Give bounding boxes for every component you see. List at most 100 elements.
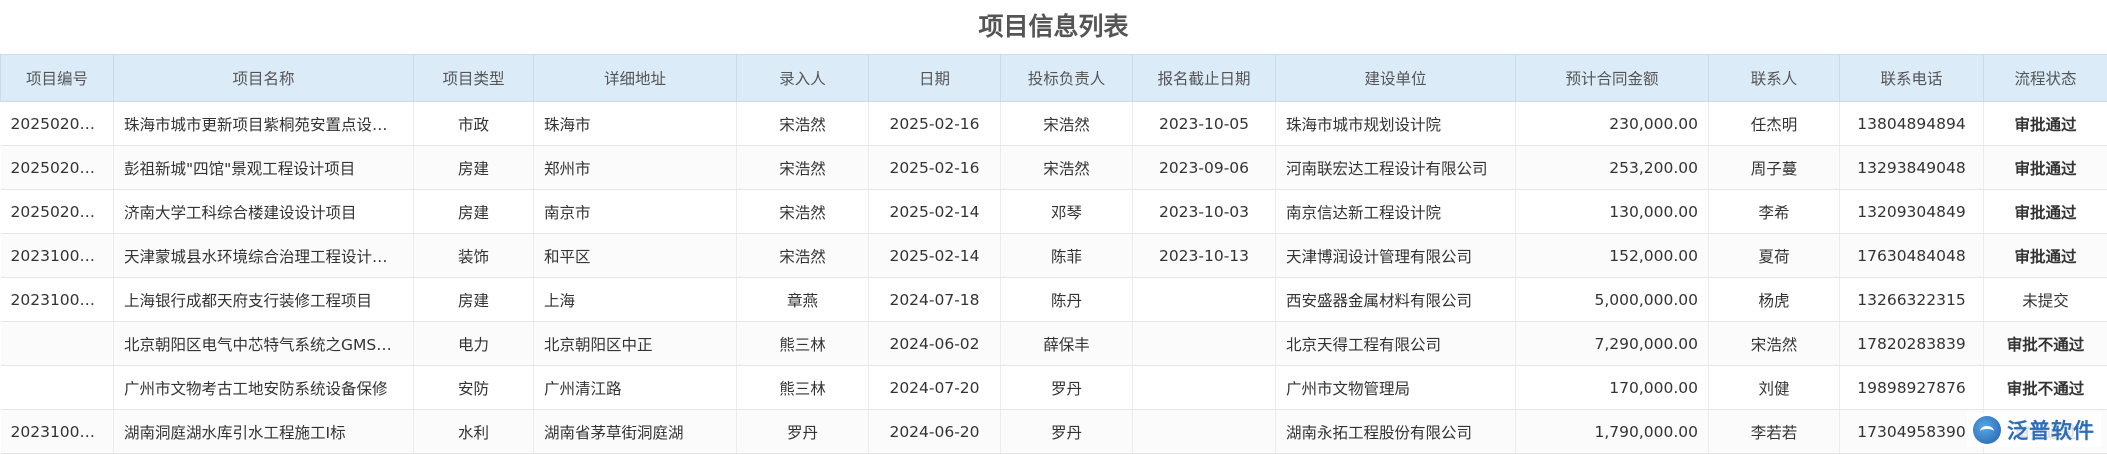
cell-project-name[interactable]: 湖南洞庭湖水库引水工程施工I标 <box>114 410 414 454</box>
cell-status[interactable]: 审批通过 <box>1984 190 2107 234</box>
cell-project-name[interactable]: 广州市文物考古工地安防系统设备保修 <box>114 366 414 410</box>
cell-amount: 253,200.00 <box>1516 146 1709 190</box>
col-header-bid-lead[interactable]: 投标负责人 <box>1001 55 1133 102</box>
cell-contact: 宋浩然 <box>1709 322 1840 366</box>
col-header-amount[interactable]: 预计合同金额 <box>1516 55 1709 102</box>
cell-builder: 西安盛器金属材料有限公司 <box>1276 278 1516 322</box>
col-header-type[interactable]: 项目类型 <box>414 55 534 102</box>
cell-entry-person[interactable]: 章燕 <box>737 278 869 322</box>
cell-builder: 珠海市城市规划设计院 <box>1276 102 1516 146</box>
col-header-address[interactable]: 详细地址 <box>534 55 737 102</box>
cell-contact: 李希 <box>1709 190 1840 234</box>
col-header-date[interactable]: 日期 <box>869 55 1001 102</box>
cell-address: 上海 <box>534 278 737 322</box>
cell-deadline: 2023-09-06 <box>1133 146 1276 190</box>
cell-bid-lead[interactable]: 邓琴 <box>1001 190 1133 234</box>
col-header-contact[interactable]: 联系人 <box>1709 55 1840 102</box>
table-row[interactable]: 2025020021珠海市城市更新项目紫桐苑安置点设…市政珠海市宋浩然2025-… <box>1 102 2107 146</box>
cell-deadline: 2023-10-03 <box>1133 190 1276 234</box>
cell-date: 2025-02-16 <box>869 102 1001 146</box>
cell-bid-lead[interactable]: 宋浩然 <box>1001 102 1133 146</box>
cell-code: 2023100026 <box>1 234 114 278</box>
table-row[interactable]: 2023100026天津蒙城县水环境综合治理工程设计…装饰和平区宋浩然2025-… <box>1 234 2107 278</box>
table-header-row: 项目编号 项目名称 项目类型 详细地址 录入人 日期 投标负责人 报名截止日期 … <box>1 55 2107 102</box>
cell-entry-person[interactable]: 宋浩然 <box>737 234 869 278</box>
cell-deadline <box>1133 322 1276 366</box>
cell-type: 房建 <box>414 278 534 322</box>
cell-status[interactable]: 审批通过 <box>1984 146 2107 190</box>
cell-entry-person[interactable]: 熊三林 <box>737 366 869 410</box>
cell-status[interactable]: 审批通过 <box>1984 102 2107 146</box>
cell-phone: 13266322315 <box>1840 278 1984 322</box>
cell-status[interactable]: 未提交 <box>1984 278 2107 322</box>
cell-type: 水利 <box>414 410 534 454</box>
table-row[interactable]: 2023100023湖南洞庭湖水库引水工程施工I标水利湖南省茅草街洞庭湖罗丹20… <box>1 410 2107 454</box>
cell-address: 北京朝阳区中正 <box>534 322 737 366</box>
cell-phone: 13209304849 <box>1840 190 1984 234</box>
cell-address: 珠海市 <box>534 102 737 146</box>
cell-project-name[interactable]: 北京朝阳区电气中芯特气系统之GMS… <box>114 322 414 366</box>
cell-address: 和平区 <box>534 234 737 278</box>
cell-bid-lead[interactable]: 陈菲 <box>1001 234 1133 278</box>
cell-project-name[interactable]: 珠海市城市更新项目紫桐苑安置点设… <box>114 102 414 146</box>
cell-bid-lead[interactable]: 陈丹 <box>1001 278 1133 322</box>
table-row[interactable]: 2025020016济南大学工科综合楼建设设计项目房建南京市宋浩然2025-02… <box>1 190 2107 234</box>
cell-entry-person[interactable]: 宋浩然 <box>737 146 869 190</box>
cell-type: 安防 <box>414 366 534 410</box>
cell-builder: 天津博润设计管理有限公司 <box>1276 234 1516 278</box>
cell-phone: 17820283839 <box>1840 322 1984 366</box>
cell-project-name[interactable]: 彭祖新城"四馆"景观工程设计项目 <box>114 146 414 190</box>
cell-address: 湖南省茅草街洞庭湖 <box>534 410 737 454</box>
cell-code: 2025020016 <box>1 190 114 234</box>
cell-date: 2025-02-14 <box>869 190 1001 234</box>
col-header-entry[interactable]: 录入人 <box>737 55 869 102</box>
cell-amount: 1,790,000.00 <box>1516 410 1709 454</box>
cell-deadline <box>1133 278 1276 322</box>
cell-contact: 杨虎 <box>1709 278 1840 322</box>
cell-amount: 170,000.00 <box>1516 366 1709 410</box>
cell-status[interactable]: 审批通过 <box>1984 234 2107 278</box>
cell-contact: 任杰明 <box>1709 102 1840 146</box>
cell-phone: 13804894894 <box>1840 102 1984 146</box>
cell-type: 市政 <box>414 102 534 146</box>
col-header-phone[interactable]: 联系电话 <box>1840 55 1984 102</box>
cell-contact: 周子蔓 <box>1709 146 1840 190</box>
cell-status[interactable]: 审批不通过 <box>1984 322 2107 366</box>
cell-status[interactable]: 审批不通过 <box>1984 366 2107 410</box>
cell-code: 2023100025 <box>1 278 114 322</box>
cell-amount: 230,000.00 <box>1516 102 1709 146</box>
col-header-builder[interactable]: 建设单位 <box>1276 55 1516 102</box>
cell-builder: 河南联宏达工程设计有限公司 <box>1276 146 1516 190</box>
cell-code: 2025020021 <box>1 102 114 146</box>
cell-entry-person[interactable]: 宋浩然 <box>737 190 869 234</box>
cell-date: 2024-07-20 <box>869 366 1001 410</box>
table-row[interactable]: 2025020030彭祖新城"四馆"景观工程设计项目房建郑州市宋浩然2025-0… <box>1 146 2107 190</box>
cell-deadline: 2023-10-13 <box>1133 234 1276 278</box>
col-header-status[interactable]: 流程状态 <box>1984 55 2107 102</box>
cell-project-name[interactable]: 上海银行成都天府支行装修工程项目 <box>114 278 414 322</box>
cell-date: 2025-02-16 <box>869 146 1001 190</box>
col-header-deadline[interactable]: 报名截止日期 <box>1133 55 1276 102</box>
cell-code <box>1 322 114 366</box>
cell-phone: 19898927876 <box>1840 366 1984 410</box>
table-row[interactable]: 广州市文物考古工地安防系统设备保修安防广州清江路熊三林2024-07-20罗丹广… <box>1 366 2107 410</box>
cell-entry-person[interactable]: 熊三林 <box>737 322 869 366</box>
col-header-code[interactable]: 项目编号 <box>1 55 114 102</box>
table-row[interactable]: 2023100025上海银行成都天府支行装修工程项目房建上海章燕2024-07-… <box>1 278 2107 322</box>
cell-bid-lead[interactable]: 宋浩然 <box>1001 146 1133 190</box>
cell-contact: 李若若 <box>1709 410 1840 454</box>
cell-bid-lead[interactable]: 罗丹 <box>1001 366 1133 410</box>
cell-code: 2023100023 <box>1 410 114 454</box>
cell-bid-lead[interactable]: 罗丹 <box>1001 410 1133 454</box>
cell-bid-lead[interactable]: 薛保丰 <box>1001 322 1133 366</box>
cell-amount: 152,000.00 <box>1516 234 1709 278</box>
cell-entry-person[interactable]: 罗丹 <box>737 410 869 454</box>
cell-project-name[interactable]: 济南大学工科综合楼建设设计项目 <box>114 190 414 234</box>
cell-entry-person[interactable]: 宋浩然 <box>737 102 869 146</box>
cell-phone: 17304958390 <box>1840 410 1984 454</box>
table-row[interactable]: 北京朝阳区电气中芯特气系统之GMS…电力北京朝阳区中正熊三林2024-06-02… <box>1 322 2107 366</box>
col-header-name[interactable]: 项目名称 <box>114 55 414 102</box>
cell-project-name[interactable]: 天津蒙城县水环境综合治理工程设计… <box>114 234 414 278</box>
page-title: 项目信息列表 <box>0 0 2107 54</box>
project-table: 项目编号 项目名称 项目类型 详细地址 录入人 日期 投标负责人 报名截止日期 … <box>0 54 2107 454</box>
